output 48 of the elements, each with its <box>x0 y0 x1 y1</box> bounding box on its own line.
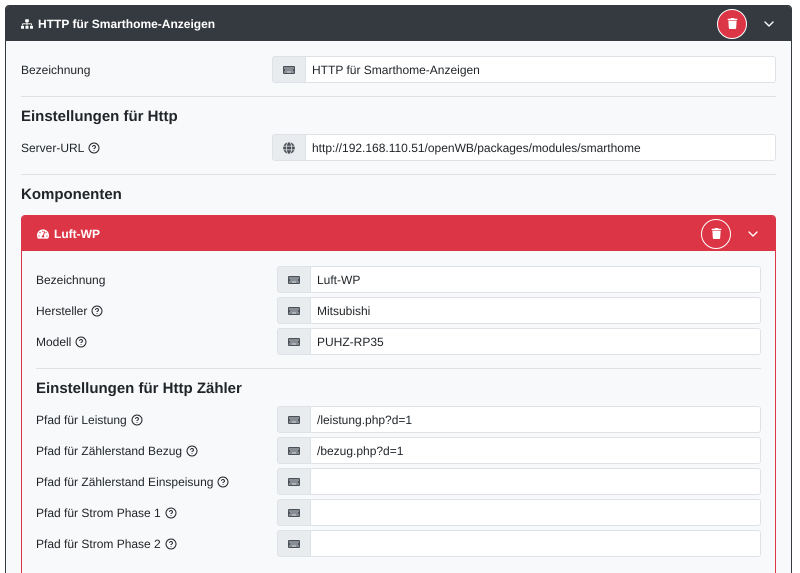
keyboard-icon <box>283 64 295 76</box>
network-icon <box>21 18 33 30</box>
help-icon[interactable] <box>91 304 104 316</box>
field-label: Pfad für Zählerstand Einspeisung <box>36 474 214 488</box>
field-label: Modell <box>36 334 72 348</box>
keyboard-icon <box>288 506 300 518</box>
help-icon[interactable] <box>88 142 100 154</box>
keyboard-icon <box>288 304 300 316</box>
keyboard-icon <box>288 476 300 488</box>
field-label: Pfad für Leistung <box>36 412 127 426</box>
globe-icon <box>283 142 295 154</box>
field-label: Pfad für Strom Phase 2 <box>36 536 161 550</box>
text-field[interactable]: Luft-WP <box>311 266 761 293</box>
help-icon[interactable] <box>75 336 88 348</box>
help-icon[interactable] <box>164 538 177 550</box>
section-heading: Einstellungen für Http Zähler <box>36 379 243 399</box>
text-field[interactable] <box>311 530 761 557</box>
trash-icon <box>726 18 738 29</box>
keyboard-icon <box>288 444 300 456</box>
text-field[interactable]: Mitsubishi <box>311 297 761 324</box>
keyboard-icon <box>288 538 300 550</box>
text-field[interactable] <box>311 468 761 495</box>
text-field[interactable]: http://192.168.110.51/openWB/packages/modules/smarthome <box>306 134 776 161</box>
section-heading: Einstellungen für Http <box>21 107 179 127</box>
help-icon[interactable] <box>164 506 177 518</box>
field-label: Pfad für Zählerstand Bezug <box>36 444 182 458</box>
help-icon[interactable] <box>186 444 198 456</box>
text-field[interactable]: PUHZ-RP35 <box>311 328 761 355</box>
card-title: HTTP für Smarthome-Anzeigen <box>38 16 216 30</box>
help-icon[interactable] <box>217 476 230 488</box>
help-icon[interactable] <box>130 414 143 426</box>
keyboard-icon <box>288 274 300 286</box>
text-field[interactable] <box>311 499 761 526</box>
card-title: Luft-WP <box>54 226 100 240</box>
field-label: Hersteller <box>36 304 88 318</box>
text-field[interactable]: HTTP für Smarthome-Anzeigen <box>306 56 776 83</box>
keyboard-icon <box>288 336 300 348</box>
delete-button[interactable] <box>717 8 747 38</box>
field-label: Pfad für Strom Phase 1 <box>36 506 161 520</box>
section-heading: Komponenten <box>21 185 123 205</box>
field-label: Bezeichnung <box>36 272 106 286</box>
text-field[interactable]: /leistung.php?d=1 <box>311 406 761 433</box>
field-label: Bezeichnung <box>21 62 90 76</box>
text-field[interactable]: /bezug.php?d=1 <box>311 437 761 464</box>
gauge-icon <box>37 228 49 240</box>
keyboard-icon <box>288 414 300 426</box>
field-label: Server-URL <box>21 140 84 154</box>
trash-icon <box>710 228 722 239</box>
